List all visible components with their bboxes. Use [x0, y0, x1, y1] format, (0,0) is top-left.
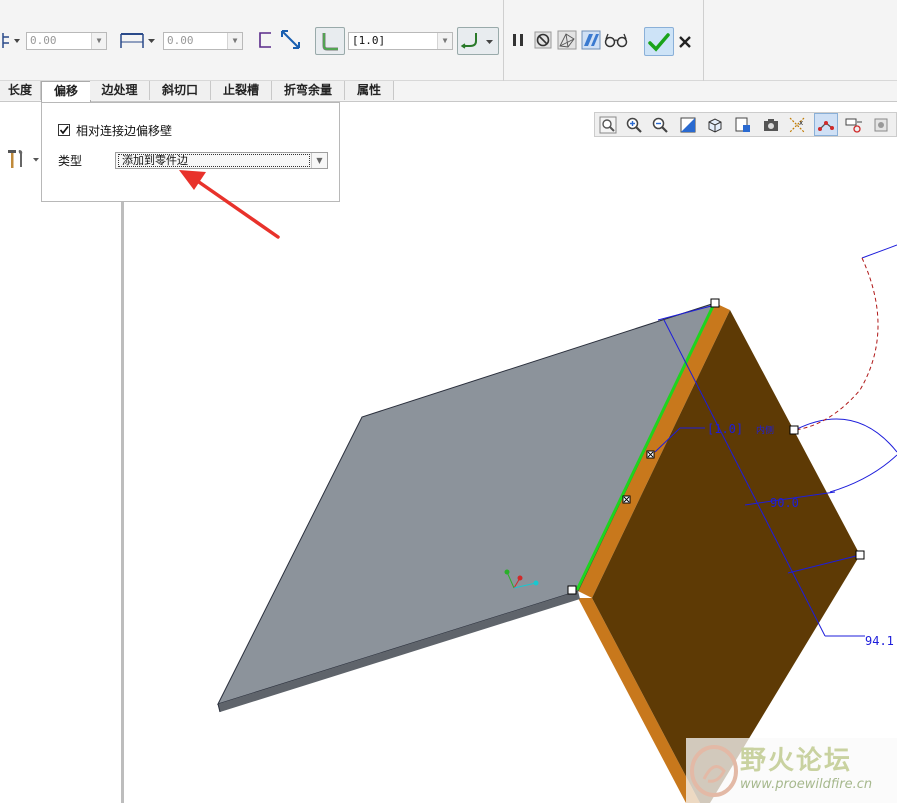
watermark-url: www.proewildfire.cn — [740, 777, 873, 792]
watermark-title: 野火论坛 — [740, 746, 853, 776]
graphics-canvas[interactable]: [1.0] 内侧 90.0 94.1 — [0, 0, 897, 803]
dim-thickness-side-text: 内侧 — [756, 424, 774, 436]
forum-watermark: 野火论坛 www.proewildfire.cn — [686, 738, 897, 803]
drag-handle[interactable] — [855, 550, 865, 560]
callout-arrow — [179, 170, 280, 239]
bend-angle-arc — [794, 257, 879, 431]
drag-handle[interactable] — [789, 425, 799, 435]
drag-handle[interactable] — [710, 298, 720, 308]
dim-angle-text[interactable]: 90.0 — [770, 496, 799, 510]
forum-logo-icon — [690, 745, 738, 797]
drag-handle[interactable] — [567, 585, 577, 595]
dim-thickness-text[interactable]: [1.0] — [707, 422, 743, 436]
dim-length-text[interactable]: 94.1 — [865, 634, 894, 648]
